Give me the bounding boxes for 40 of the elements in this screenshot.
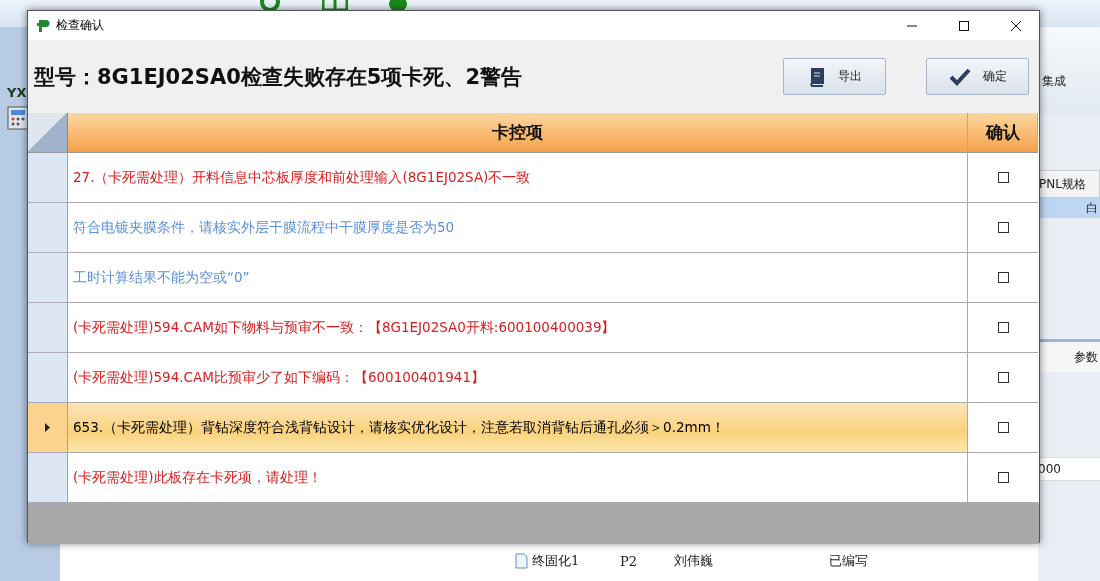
check-icon <box>948 67 971 86</box>
checkbox[interactable] <box>997 222 1009 233</box>
dialog-heading: 型号：8G1EJ02SA0检查失败存在5项卡死、2警告 <box>34 63 524 91</box>
table-cell-text: 刘伟巍 <box>674 552 714 570</box>
window-title: 检查确认 <box>56 17 105 34</box>
side-label: YX <box>7 85 27 100</box>
book-icon <box>807 66 826 87</box>
app-logo-icon <box>36 18 50 33</box>
check-message: 27.（卡死需处理）开料信息中芯板厚度和前处理输入(8G1EJ02SA)不一致 <box>73 168 531 187</box>
table-cell-text: 已编写 <box>829 552 869 570</box>
check-message: 符合电镀夹膜条件，请核实外层干膜流程中干膜厚度是否为50 <box>73 218 455 237</box>
column-header: 参数 <box>1038 339 1100 372</box>
checkbox[interactable] <box>997 172 1009 183</box>
table-cell-text: P2 <box>620 553 639 569</box>
ribbon-button[interactable]: 集成 <box>1042 74 1066 88</box>
check-message: (卡死需处理)此板存在卡死项，请处理！ <box>73 468 322 487</box>
table-cell-text: 终固化1 <box>532 552 581 570</box>
table-cell: 白 <box>1038 198 1100 218</box>
grid-icon[interactable] <box>322 0 348 12</box>
column-header: PNL规格 <box>1038 170 1100 198</box>
checkbox[interactable] <box>997 322 1009 333</box>
checkbox[interactable] <box>997 422 1009 433</box>
column-header: 确认 <box>968 113 1038 153</box>
checkbox[interactable] <box>997 372 1009 383</box>
close-icon <box>1010 19 1022 32</box>
column-header: 卡控项 <box>68 113 968 153</box>
person-icon[interactable] <box>388 0 408 12</box>
check-message: 工时计算结果不能为空或“0” <box>73 268 250 287</box>
document-icon <box>515 553 528 569</box>
current-row-icon <box>45 423 50 432</box>
select-all-corner[interactable] <box>28 113 68 153</box>
calculator-icon[interactable] <box>7 106 29 130</box>
checkbox[interactable] <box>997 272 1009 283</box>
check-message: 653.（卡死需处理）背钻深度符合浅背钻设计，请核实优化设计，注意若取消背钻后通孔必须＞0.2mm！ <box>73 418 725 437</box>
checkbox[interactable] <box>997 472 1009 483</box>
confirm-button[interactable]: 确定 <box>926 58 1029 95</box>
check-message: (卡死需处理)594.CAM比预审少了如下编码：【600100401941】 <box>73 368 485 387</box>
maximize-icon <box>958 19 970 32</box>
export-button[interactable]: 导出 <box>783 58 886 95</box>
check-message: (卡死需处理)594.CAM如下物料与预审不一致：【8G1EJ02SA0开料:600100400039】 <box>73 318 616 337</box>
